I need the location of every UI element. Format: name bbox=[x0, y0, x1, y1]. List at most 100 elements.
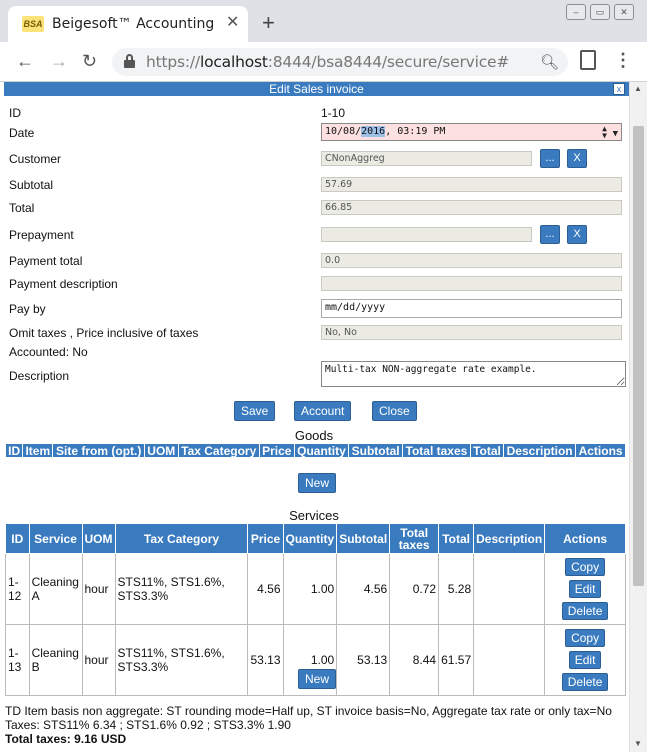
forward-arrow-icon[interactable]: → bbox=[50, 50, 68, 72]
goods-new-button[interactable]: New bbox=[298, 473, 337, 493]
tab-close-icon[interactable]: ✕ bbox=[226, 14, 239, 32]
goods-col-header: Tax Category bbox=[177, 443, 260, 458]
prepayment-clear-button[interactable]: X bbox=[567, 225, 587, 244]
service-quantity-cell: 1.00 bbox=[282, 553, 338, 625]
date-spinner-icon[interactable]: ▲ ▼ bbox=[602, 125, 607, 140]
service-price-cell: 4.56 bbox=[247, 553, 284, 625]
page-scrollbar[interactable]: ▲ ▼ bbox=[629, 82, 647, 752]
goods-col-header: UOM bbox=[144, 443, 179, 458]
total-label: Total bbox=[9, 201, 35, 215]
back-arrow-icon[interactable]: ← bbox=[16, 50, 34, 72]
service-total-taxes-cell: 8.44 bbox=[389, 624, 440, 696]
service-total-cell: 61.57 bbox=[438, 624, 475, 696]
service-id-cell: 1-12 bbox=[5, 553, 30, 625]
date-dropdown-icon[interactable]: ▼ bbox=[613, 126, 618, 142]
service-id-cell: 1-13 bbox=[5, 624, 30, 696]
minimize-icon[interactable]: – bbox=[566, 4, 586, 20]
service-name-cell: Cleaning B bbox=[28, 624, 83, 696]
new-tab-icon[interactable]: + bbox=[262, 12, 275, 34]
close-button[interactable]: Close bbox=[372, 401, 417, 421]
services-col-header: Quantity bbox=[282, 523, 338, 554]
clipboard-icon[interactable] bbox=[580, 50, 596, 70]
dialog-title: Edit Sales invoice bbox=[269, 82, 364, 96]
goods-col-header: Total bbox=[469, 443, 505, 458]
service-actions-cell: Copy Edit Delete bbox=[544, 624, 626, 696]
customer-clear-button[interactable]: X bbox=[567, 149, 587, 168]
services-header-row: ID Service UOM Tax Category Price Quanti… bbox=[5, 523, 626, 554]
pay-by-label: Pay by bbox=[9, 302, 46, 316]
save-button[interactable]: Save bbox=[234, 401, 276, 421]
scrollbar-thumb[interactable] bbox=[633, 126, 644, 586]
window-controls: – ▭ ✕ bbox=[566, 4, 634, 20]
zoom-icon[interactable]: 🔍︎ bbox=[540, 53, 559, 71]
goods-col-header: Site from (opt.) bbox=[52, 443, 146, 458]
goods-col-header: Total taxes bbox=[402, 443, 471, 458]
services-col-header: UOM bbox=[81, 523, 116, 554]
goods-col-header: ID bbox=[4, 443, 24, 458]
omit-taxes-field: No, No bbox=[321, 325, 622, 340]
service-uom-cell: hour bbox=[81, 553, 116, 625]
prepayment-select-button[interactable]: ... bbox=[540, 225, 560, 244]
copy-button[interactable]: Copy bbox=[565, 558, 606, 576]
delete-button[interactable]: Delete bbox=[561, 673, 609, 691]
service-uom-cell: hour bbox=[81, 624, 116, 696]
browser-tab[interactable]: BSA Beigesoft™ Accounting ✕ bbox=[8, 6, 248, 42]
address-bar[interactable]: https://localhost:8444/bsa8444/secure/se… bbox=[112, 48, 568, 76]
dialog-close-button[interactable]: x bbox=[613, 83, 625, 95]
services-col-header: Tax Category bbox=[114, 523, 249, 554]
subtotal-label: Subtotal bbox=[9, 178, 54, 192]
service-total-taxes-cell: 0.72 bbox=[389, 553, 440, 625]
dialog-titlebar: Edit Sales invoice x bbox=[4, 82, 629, 96]
date-label: Date bbox=[9, 126, 35, 140]
services-col-header: Subtotal bbox=[336, 523, 391, 554]
customer-label: Customer bbox=[9, 152, 62, 166]
browser-toolbar: ← → ↻ https://localhost:8444/bsa8444/sec… bbox=[0, 42, 647, 82]
prepayment-label: Prepayment bbox=[9, 228, 74, 242]
scroll-up-icon[interactable]: ▲ bbox=[634, 84, 642, 93]
edit-button[interactable]: Edit bbox=[568, 651, 602, 669]
browser-menu-icon[interactable]: ⋮ bbox=[614, 50, 632, 70]
goods-header-row: ID Item Site from (opt.) UOM Tax Categor… bbox=[4, 443, 626, 458]
td-info-text: TD Item basis non aggregate: ST rounding… bbox=[5, 704, 612, 718]
copy-button[interactable]: Copy bbox=[565, 629, 606, 647]
service-subtotal-cell: 4.56 bbox=[336, 553, 391, 625]
subtotal-field: 57.69 bbox=[321, 177, 622, 192]
services-col-header: Description bbox=[473, 523, 546, 554]
services-col-header: Total bbox=[438, 523, 475, 554]
payment-total-field: 0.0 bbox=[321, 253, 622, 268]
goods-col-header: Item bbox=[22, 443, 54, 458]
service-total-cell: 5.28 bbox=[438, 553, 475, 625]
services-new-button[interactable]: New bbox=[298, 669, 337, 689]
maximize-icon[interactable]: ▭ bbox=[590, 4, 610, 20]
customer-field: CNonAggreg bbox=[321, 151, 532, 166]
account-button[interactable]: Account bbox=[294, 401, 352, 421]
services-col-header: Service bbox=[28, 523, 83, 554]
service-description-cell bbox=[473, 553, 546, 625]
taxes-text: Taxes: STS11% 6.34 ; STS1.6% 0.92 ; STS3… bbox=[5, 718, 291, 732]
window-close-icon[interactable]: ✕ bbox=[614, 4, 634, 20]
edit-button[interactable]: Edit bbox=[568, 580, 602, 598]
service-actions-cell: Copy Edit Delete bbox=[544, 553, 626, 625]
description-label: Description bbox=[9, 369, 70, 383]
services-title: Services bbox=[289, 508, 339, 523]
pay-by-input[interactable]: mm/dd/yyyy bbox=[321, 299, 622, 318]
customer-select-button[interactable]: ... bbox=[540, 149, 560, 168]
services-col-header: Total taxes bbox=[389, 523, 440, 554]
service-tax-category-cell: STS11%, STS1.6%, STS3.3% bbox=[114, 624, 249, 696]
tab-title: Beigesoft™ Accounting bbox=[52, 16, 215, 32]
app-favicon-icon: BSA bbox=[22, 16, 44, 32]
service-price-cell: 53.13 bbox=[247, 624, 284, 696]
payment-total-label: Payment total bbox=[9, 254, 83, 268]
url-text[interactable]: https://localhost:8444/bsa8444/secure/se… bbox=[146, 53, 509, 71]
edit-sales-invoice-dialog: Edit Sales invoice x ID 1-10 Date 10/08/… bbox=[4, 82, 629, 752]
date-input[interactable]: 10/08/2016, 03:19 PM ▲ ▼ ▼ bbox=[321, 123, 622, 141]
delete-button[interactable]: Delete bbox=[561, 602, 609, 620]
browser-tabstrip: BSA Beigesoft™ Accounting ✕ + – ▭ ✕ bbox=[0, 0, 647, 42]
description-textarea[interactable]: Multi-tax NON-aggregate rate example. bbox=[321, 361, 626, 387]
scroll-down-icon[interactable]: ▼ bbox=[634, 739, 642, 748]
goods-table: ID Item Site from (opt.) UOM Tax Categor… bbox=[4, 443, 626, 458]
reload-icon[interactable]: ↻ bbox=[82, 50, 97, 72]
service-subtotal-cell: 53.13 bbox=[336, 624, 391, 696]
total-field: 66.85 bbox=[321, 200, 622, 215]
service-name-cell: Cleaning A bbox=[28, 553, 83, 625]
